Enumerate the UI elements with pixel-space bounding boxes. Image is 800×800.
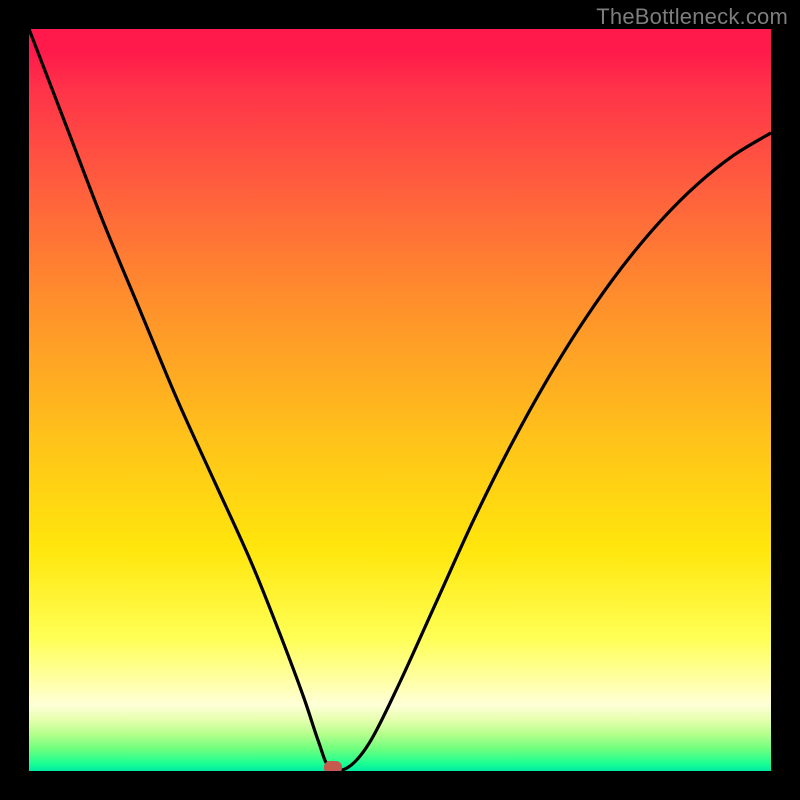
plot-area — [29, 29, 771, 771]
minimum-marker-icon — [324, 761, 342, 771]
watermark-label: TheBottleneck.com — [596, 4, 788, 30]
bottleneck-curve — [29, 29, 771, 771]
chart-frame: TheBottleneck.com — [0, 0, 800, 800]
